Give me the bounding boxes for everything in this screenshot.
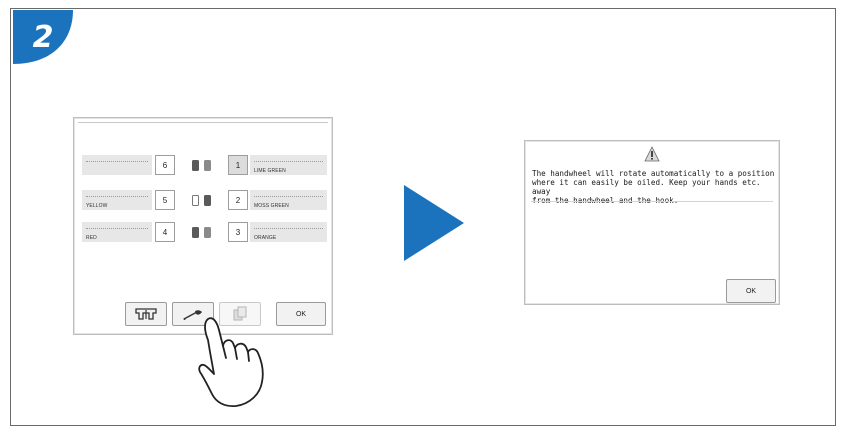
needle-bar-4-button[interactable]: 4: [155, 222, 175, 242]
dotted-line: [86, 228, 148, 229]
spool-icon: [192, 160, 199, 171]
spool-icon: [204, 160, 211, 171]
spool-icon: [192, 195, 199, 206]
thread-name: RED: [86, 235, 97, 241]
pointing-hand-icon: [198, 317, 264, 407]
thread-field-left: RED: [82, 222, 152, 242]
spool-icon: [192, 227, 199, 238]
thread-row: RED 4 3 ORANGE: [82, 222, 328, 242]
needle-bar-6-button[interactable]: 6: [155, 155, 175, 175]
step-badge: 2: [13, 10, 85, 74]
spool-icon: [204, 195, 211, 206]
message-divider: [531, 201, 773, 202]
thread-row: YELLOW 5 2 MOSS GREEN: [82, 190, 328, 210]
thread-row: 6 1 LIME GREEN: [82, 155, 328, 175]
right-arrow-icon: [404, 185, 464, 261]
dotted-line: [254, 228, 323, 229]
thread-field-right: LIME GREEN: [250, 155, 327, 175]
message-text: The handwheel will rotate automatically …: [532, 169, 775, 205]
thread-field-right: MOSS GREEN: [250, 190, 327, 210]
thread-name: LIME GREEN: [254, 168, 286, 174]
presser-foot-icon: [135, 308, 157, 320]
screen-top-divider: [78, 122, 328, 123]
thread-name: YELLOW: [86, 203, 108, 209]
dotted-line: [254, 161, 323, 162]
thread-name: MOSS GREEN: [254, 203, 289, 209]
dotted-line: [86, 161, 148, 162]
dotted-line: [86, 196, 148, 197]
dotted-line: [254, 196, 323, 197]
thread-color-screen: 6 1 LIME GREEN YELLOW 5 2 MOSS GREEN RED…: [73, 117, 333, 335]
spool-icon: [204, 227, 211, 238]
presser-foot-button[interactable]: [125, 302, 167, 326]
needle-bar-2-button[interactable]: 2: [228, 190, 248, 210]
ok-button[interactable]: OK: [726, 279, 776, 303]
warning-icon: [644, 146, 660, 162]
oiling-message-screen: The handwheel will rotate automatically …: [524, 140, 780, 305]
thread-name: ORANGE: [254, 235, 277, 241]
thread-field-left: [82, 155, 152, 175]
needle-bar-5-button[interactable]: 5: [155, 190, 175, 210]
needle-bar-3-button[interactable]: 3: [228, 222, 248, 242]
thread-field-left: YELLOW: [82, 190, 152, 210]
ok-button[interactable]: OK: [276, 302, 326, 326]
step-number: 2: [32, 19, 54, 55]
needle-bar-1-button[interactable]: 1: [228, 155, 248, 175]
thread-field-right: ORANGE: [250, 222, 327, 242]
